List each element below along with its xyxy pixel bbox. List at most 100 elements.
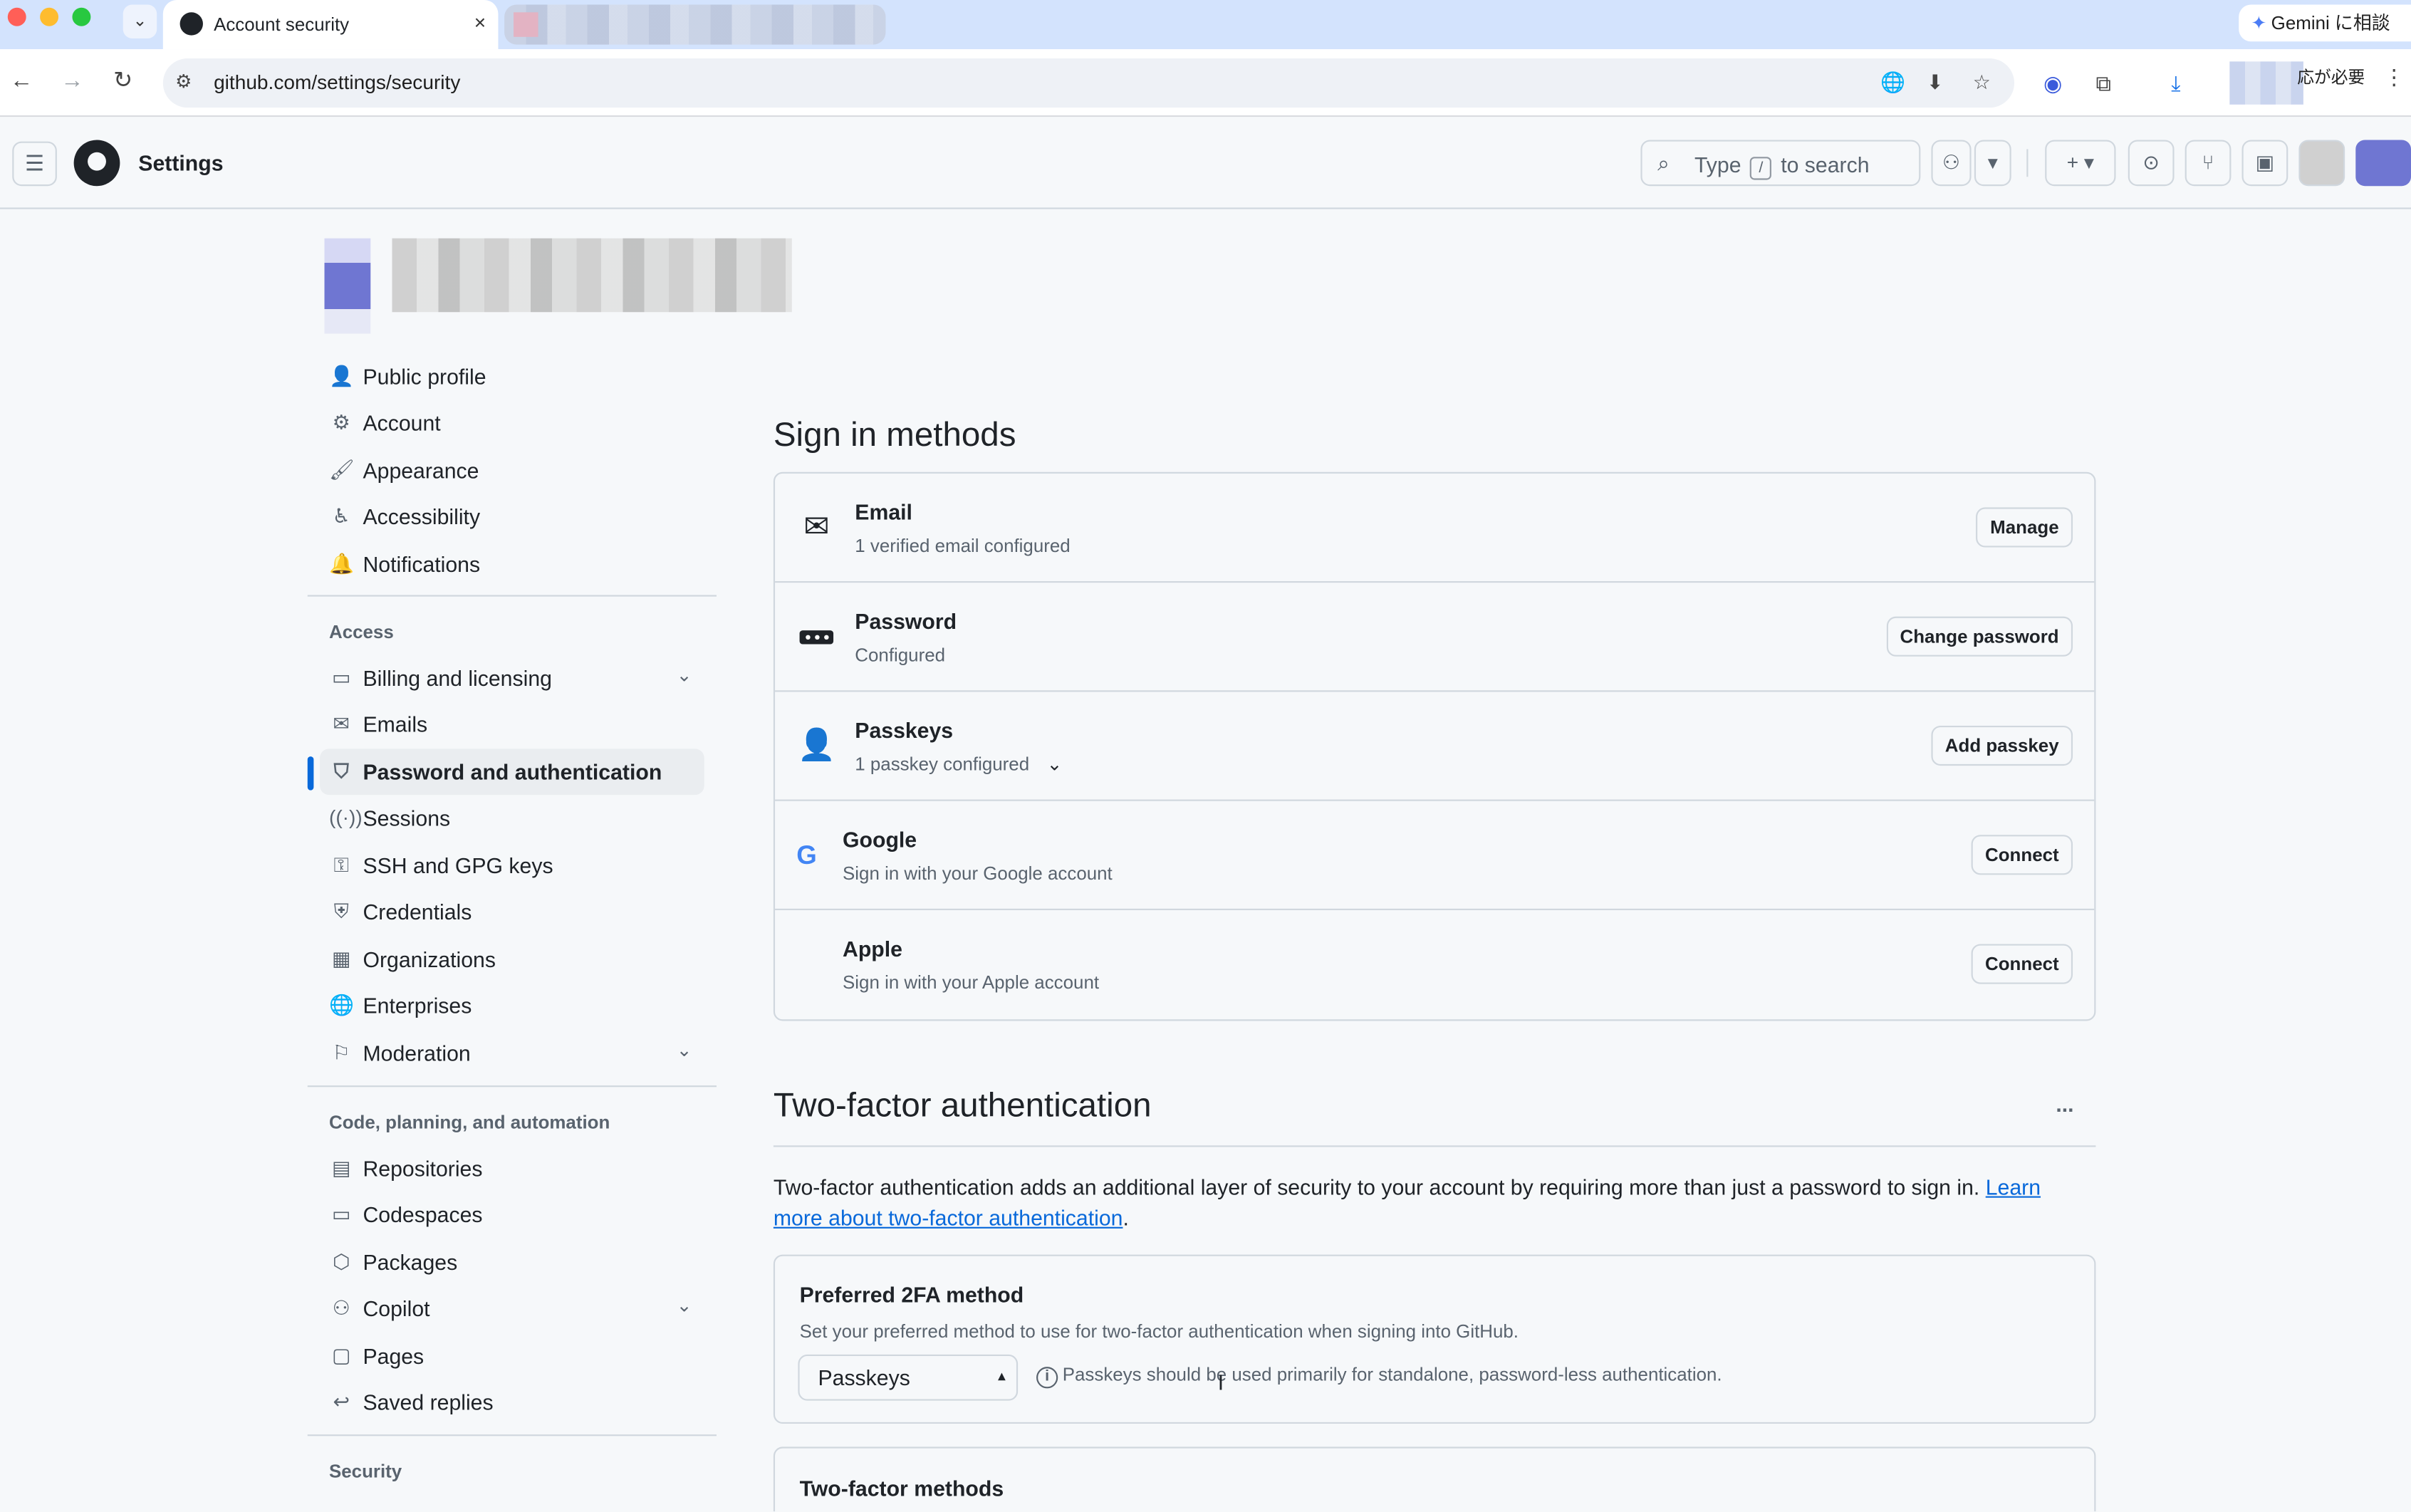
sidebar-item-password-authentication[interactable]: ⛉ Password and authentication [307, 749, 704, 796]
connect-apple-button[interactable]: Connect [1971, 944, 2073, 984]
chevron-down-icon[interactable]: ⌄ [677, 664, 692, 686]
sidebar-item-copilot[interactable]: ⚇ Copilot ⌄ [320, 1286, 704, 1332]
signin-row-passkeys: 👤 Passkeys 1 passkey configured ⌄ Add pa… [775, 692, 2095, 801]
preferred-2fa-value: Passkeys [818, 1365, 910, 1390]
key-icon: ⚿ [333, 853, 349, 877]
puzzle-icon[interactable]: ⧉ [2095, 71, 2111, 97]
notifications-blurred[interactable] [2298, 140, 2345, 187]
change-password-button[interactable]: Change password [1886, 616, 2073, 657]
row-title: Google [843, 827, 917, 852]
manage-email-button[interactable]: Manage [1976, 507, 2073, 548]
password-icon [799, 630, 834, 645]
chevron-down-icon[interactable]: ⌄ [677, 1295, 692, 1316]
twofa-methods-title: Two-factor methods [799, 1476, 1004, 1501]
search-prefix: Type [1694, 152, 1741, 177]
gemini-star-icon: ✦ [2251, 12, 2267, 34]
sidebar-item-label: Accessibility [363, 504, 481, 529]
mail-icon: ✉ [333, 711, 350, 735]
install-icon[interactable]: ⬇ [1927, 71, 1944, 95]
github-logo-icon[interactable] [73, 140, 120, 187]
connect-google-button[interactable]: Connect [1971, 835, 2073, 875]
chevron-down-icon[interactable]: ⌄ [1047, 754, 1063, 775]
translate-icon[interactable]: 🌐 [1880, 71, 1905, 95]
create-new-button[interactable]: + ▾ [2045, 140, 2116, 187]
close-window-button[interactable] [7, 7, 26, 26]
row-title: Apple [843, 936, 902, 961]
tab-search-button[interactable]: ⌄ [123, 4, 157, 38]
sidebar-divider [307, 595, 717, 597]
sidebar-item-pages[interactable]: ▢ Pages [320, 1333, 704, 1380]
github-favicon-icon [179, 12, 203, 36]
sidebar-heading-security: Security [328, 1460, 402, 1483]
sidebar-item-sessions[interactable]: ((·)) Sessions [320, 795, 704, 841]
chevron-down-icon[interactable]: ⌄ [677, 1039, 692, 1060]
sidebar-item-emails[interactable]: ✉ Emails [320, 701, 704, 747]
credit-card-icon: ▭ [331, 665, 351, 689]
sidebar-item-ssh-gpg[interactable]: ⚿ SSH and GPG keys [320, 843, 704, 889]
search-icon: ⌕ [1657, 150, 1670, 176]
sidebar-item-enterprises[interactable]: 🌐 Enterprises [320, 982, 704, 1028]
preferred-2fa-select[interactable]: Passkeys ▴ [798, 1354, 1019, 1401]
site-info-icon[interactable]: ⚙ [175, 71, 192, 92]
sidebar-item-credentials[interactable]: ⛨ Credentials [320, 889, 704, 935]
copilot-dropdown-icon[interactable]: ▾ [1974, 140, 2011, 187]
minimize-window-button[interactable] [40, 7, 59, 26]
download-icon[interactable]: ⤓ [2171, 71, 2180, 97]
extension-icon[interactable]: ◉ [2043, 71, 2062, 97]
sidebar-item-label: Repositories [363, 1156, 483, 1181]
add-passkey-button[interactable]: Add passkey [1931, 725, 2073, 766]
twofa-divider [773, 1145, 2096, 1147]
bell-icon: 🔔 [328, 552, 354, 575]
globe-icon: 🌐 [328, 993, 354, 1016]
search-input[interactable]: ⌕ Type / to search [1640, 140, 1921, 187]
issues-icon[interactable]: ⊙ [2128, 140, 2175, 187]
copilot-icon[interactable]: ⚇ [1931, 140, 1972, 187]
maximize-window-button[interactable] [72, 7, 91, 26]
bookmark-star-icon[interactable]: ☆ [1973, 71, 1991, 95]
broadcast-icon: ((·)) [328, 805, 363, 829]
sidebar-item-organizations[interactable]: ▦ Organizations [320, 937, 704, 983]
tab-account-security[interactable]: Account security × [162, 0, 499, 50]
sidebar-item-codespaces[interactable]: ▭ Codespaces [320, 1192, 704, 1238]
twofa-period: . [1123, 1205, 1129, 1231]
tab-blurred[interactable] [504, 4, 886, 45]
tab-close-icon[interactable]: × [474, 11, 486, 33]
gemini-button[interactable]: ✦ Gemini に相談 [2239, 4, 2411, 42]
tab-title: Account security [214, 14, 350, 36]
passkeys-toggle[interactable]: 1 passkey configured ⌄ [855, 754, 1062, 775]
codespaces-icon: ▭ [331, 1202, 351, 1226]
sidebar-item-repositories[interactable]: ▤ Repositories [320, 1145, 704, 1192]
sidebar-item-label: Moderation [363, 1041, 471, 1066]
preferred-2fa-title: Preferred 2FA method [799, 1282, 1024, 1307]
sidebar-item-moderation[interactable]: ⚐ Moderation ⌄ [320, 1030, 704, 1076]
pull-requests-icon[interactable]: ⑂ [2185, 140, 2232, 187]
twofa-heading: Two-factor authentication [773, 1085, 1152, 1125]
menu-icon[interactable]: ⋮ [2383, 65, 2405, 91]
address-url[interactable]: github.com/settings/security [214, 71, 460, 93]
sidebar-item-label: Saved replies [363, 1390, 494, 1415]
gear-icon: ⚙ [332, 410, 350, 434]
signin-heading: Sign in methods [773, 415, 1016, 454]
sidebar-item-packages[interactable]: ⬡ Packages [320, 1239, 704, 1286]
sidebar-item-notifications[interactable]: 🔔 Notifications [320, 541, 704, 588]
more-options-icon[interactable]: ... [2056, 1092, 2073, 1117]
browser-icon: ▢ [331, 1343, 351, 1367]
sidebar-item-public-profile[interactable]: 👤 Public profile [320, 354, 704, 400]
sidebar-item-saved-replies[interactable]: ↩ Saved replies [320, 1379, 704, 1425]
sidebar-item-billing[interactable]: ▭ Billing and licensing ⌄ [320, 655, 704, 702]
avatar[interactable] [2355, 140, 2411, 187]
inbox-icon[interactable]: ▣ [2241, 140, 2288, 187]
reload-icon[interactable]: ↻ [106, 65, 140, 98]
sidebar-item-account[interactable]: ⚙ Account [320, 400, 704, 446]
back-icon[interactable]: ← [4, 65, 38, 98]
package-icon: ⬡ [332, 1250, 350, 1273]
sidebar-item-appearance[interactable]: 🖌 Appearance [320, 447, 704, 494]
twofa-methods-box: Two-factor methods [773, 1446, 2096, 1512]
address-bar[interactable]: ⚙ github.com/settings/security 🌐 ⬇ ☆ [162, 58, 2015, 108]
sidebar-item-accessibility[interactable]: ♿ Accessibility [320, 494, 704, 540]
update-button[interactable]: 応が必要 [2297, 65, 2365, 90]
hamburger-menu-icon[interactable]: ☰ [12, 141, 57, 187]
sidebar-item-label: Notifications [363, 552, 481, 577]
forward-icon[interactable]: → [56, 65, 89, 98]
profile-blurred[interactable] [2229, 61, 2303, 105]
